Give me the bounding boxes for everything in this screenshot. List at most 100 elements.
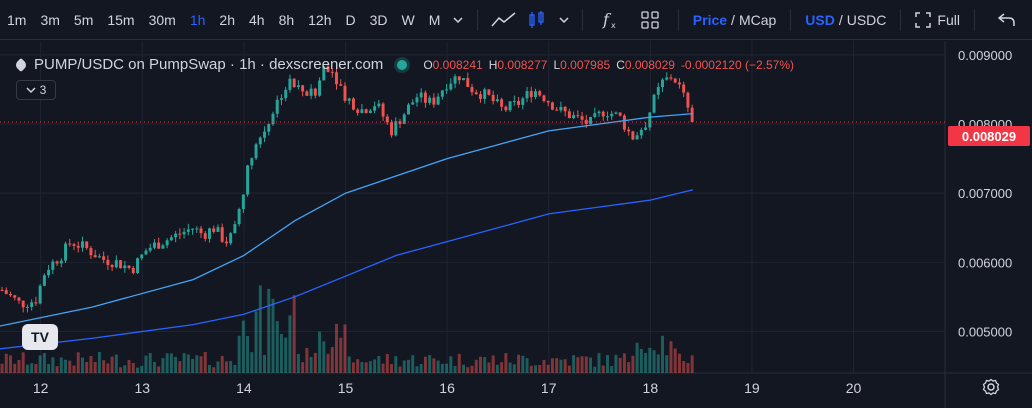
volume-bar	[449, 356, 453, 373]
price-chart[interactable]: 0.0050000.0060000.0070000.0080000.009000…	[0, 41, 1032, 408]
candle-up	[360, 109, 364, 113]
volume-bar	[428, 355, 432, 373]
timeframe-30m[interactable]: 30m	[142, 0, 183, 40]
candle-up	[250, 158, 254, 166]
candle-down	[301, 85, 305, 92]
volume-bar	[127, 359, 131, 373]
timeframe-1h[interactable]: 1h	[183, 0, 213, 40]
fullscreen-button[interactable]: Full	[909, 0, 966, 40]
candle-up	[661, 79, 664, 87]
volume-bar	[136, 367, 139, 373]
timeframe-d[interactable]: D	[339, 0, 363, 40]
undo-button[interactable]	[983, 0, 1032, 40]
volume-bar	[563, 359, 567, 373]
candle-up	[51, 261, 55, 270]
last-price-tag: 0.008029	[948, 126, 1030, 146]
candle-up	[80, 241, 84, 248]
candle-up	[445, 89, 449, 91]
volume-bar	[508, 362, 512, 373]
chart-settings-button[interactable]	[980, 376, 1002, 398]
x-tick-label: 13	[134, 380, 150, 396]
timeframe-2h[interactable]: 2h	[212, 0, 242, 40]
candles-button[interactable]	[521, 0, 552, 40]
mcap-option[interactable]: MCap	[739, 12, 776, 28]
layout-grid-button[interactable]	[631, 0, 670, 40]
candle-down	[677, 82, 681, 85]
volume-bar	[72, 365, 76, 373]
candle-down	[631, 131, 635, 140]
volume-bar	[656, 354, 660, 373]
volume-bar	[301, 362, 305, 373]
candle-down	[555, 109, 559, 111]
timeframe-1m[interactable]: 1m	[0, 0, 33, 40]
x-tick-label: 18	[643, 380, 659, 396]
volume-bar	[495, 364, 499, 373]
candle-up	[174, 233, 178, 238]
candle-up	[275, 99, 279, 114]
candle-up	[559, 106, 563, 111]
fullscreen-icon	[915, 11, 932, 28]
volume-bar	[203, 351, 207, 373]
timeframe-8h[interactable]: 8h	[272, 0, 302, 40]
chart-type-dropdown-button[interactable]	[553, 0, 575, 40]
timeframe-12h[interactable]: 12h	[301, 0, 338, 40]
candle-up	[462, 78, 466, 81]
volume-bar	[457, 353, 461, 373]
candle-down	[474, 92, 478, 95]
close-value: 0.008029	[624, 57, 675, 72]
volume-bar	[313, 352, 317, 373]
volume-bar	[390, 364, 394, 373]
volume-bar	[157, 366, 161, 373]
line-chart-button[interactable]	[486, 0, 521, 40]
indicators-collapse-button[interactable]: 3	[16, 80, 56, 100]
candle-up	[42, 275, 46, 286]
candle-down	[220, 227, 224, 242]
timeframe-4h[interactable]: 4h	[242, 0, 272, 40]
timeframe-3m[interactable]: 3m	[33, 0, 66, 40]
price-option[interactable]: Price	[693, 12, 727, 28]
toolbar-divider	[582, 8, 584, 31]
chart-area[interactable]: 0.005000 0.006000 0.007000 0.008000 0.009000…	[0, 41, 1032, 408]
timeframe-m[interactable]: M	[422, 0, 448, 40]
timeframe-dropdown-button[interactable]	[447, 0, 469, 40]
candle-up	[114, 260, 118, 268]
timeframe-3d[interactable]: 3D	[363, 0, 395, 40]
volume-bar	[131, 362, 135, 373]
timeframe-15m[interactable]: 15m	[100, 0, 141, 40]
volume-bar	[491, 355, 495, 373]
usdc-option[interactable]: USDC	[847, 12, 887, 28]
y-tick-label: 0.006000	[958, 255, 1012, 270]
candle-up	[30, 302, 34, 307]
volume-bar	[669, 341, 673, 373]
volume-bar	[326, 353, 330, 373]
timeframe-w[interactable]: W	[395, 0, 422, 40]
usd-option[interactable]: USD	[805, 12, 835, 28]
volume-bar	[199, 356, 203, 373]
usd-usdc-toggle[interactable]: USD / USDC	[799, 0, 892, 40]
candle-down	[457, 76, 461, 81]
timeframe-5m[interactable]: 5m	[67, 0, 100, 40]
volume-bar	[631, 355, 635, 373]
price-mcap-toggle[interactable]: Price / MCap	[687, 0, 783, 40]
candle-up	[97, 256, 101, 258]
candle-down	[55, 261, 59, 264]
volume-bar	[402, 360, 406, 373]
volume-bar	[169, 353, 173, 373]
volume-bar	[195, 355, 199, 373]
volume-bar	[605, 354, 609, 373]
candle-up	[377, 103, 381, 107]
candle-down	[432, 97, 436, 105]
chevron-down-icon	[26, 87, 36, 94]
tradingview-logo[interactable]: TV	[22, 324, 58, 350]
candle-up	[136, 258, 139, 274]
candle-down	[72, 244, 76, 246]
volume-bar	[368, 361, 372, 373]
volume-bar	[85, 361, 89, 373]
volume-bar	[212, 367, 216, 373]
candle-up	[656, 86, 660, 95]
volume-bar	[263, 354, 267, 373]
indicators-button[interactable]: fx	[591, 0, 630, 40]
volume-bar	[271, 298, 275, 373]
candle-down	[690, 107, 694, 122]
undo-icon	[998, 12, 1016, 26]
